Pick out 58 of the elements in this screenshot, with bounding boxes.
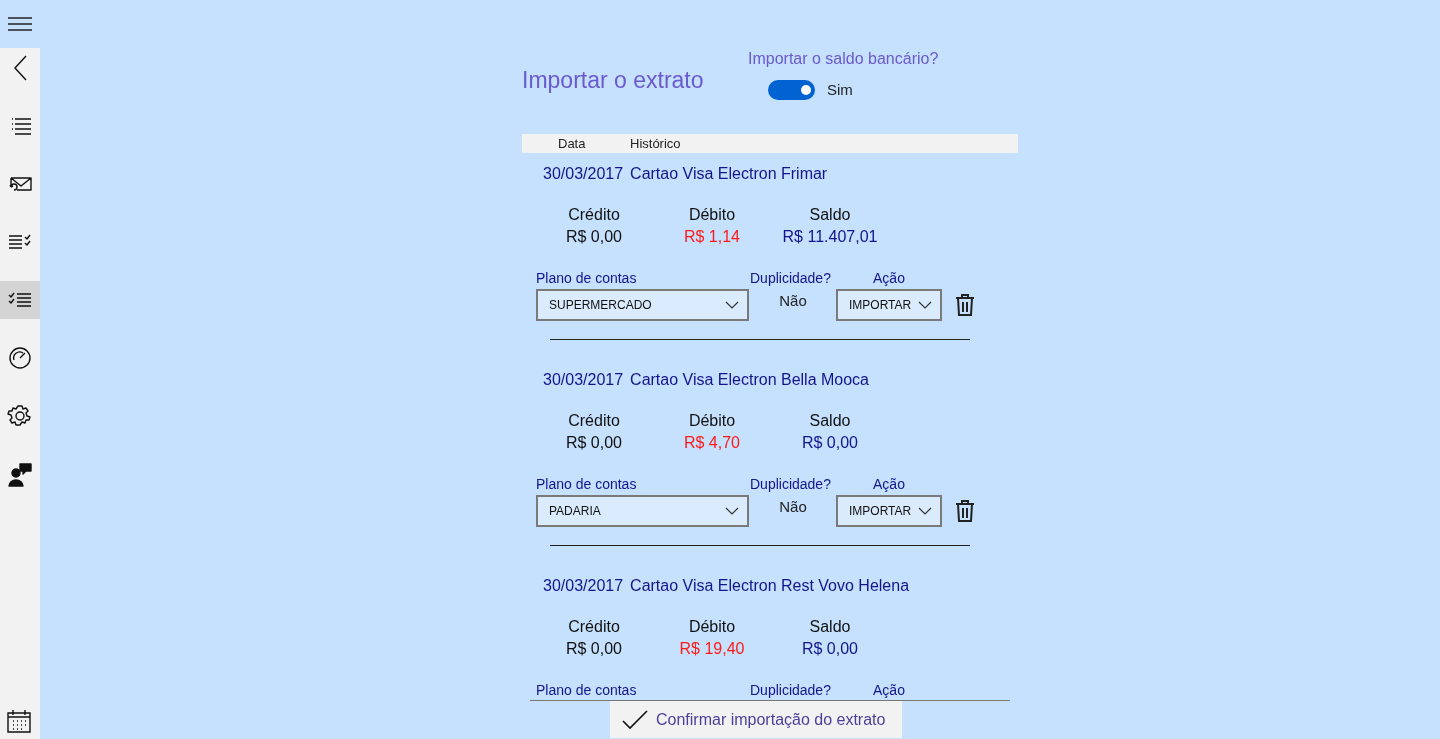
credit-label: Crédito bbox=[568, 411, 620, 431]
credit-amount: R$ 0,00 bbox=[565, 639, 622, 659]
date-text: 30/03/2017 bbox=[543, 576, 624, 596]
chevron-down-icon bbox=[918, 507, 932, 515]
confirm-button[interactable]: Confirmar importação do extrato bbox=[610, 701, 902, 738]
dropdown[interactable]: IMPORTAR bbox=[836, 289, 942, 321]
field-label: Ação bbox=[872, 269, 906, 288]
toggle-switch[interactable] bbox=[768, 80, 815, 101]
chevron-down-icon bbox=[725, 507, 739, 515]
chevron-down-icon bbox=[725, 301, 739, 309]
balance-label: Saldo bbox=[809, 205, 851, 225]
field-label: Plano de contas bbox=[536, 681, 638, 700]
person-chat-icon bbox=[6, 460, 34, 488]
page-title: Importar o extrato bbox=[522, 66, 705, 94]
gauge-icon bbox=[6, 344, 34, 372]
dropdown[interactable]: PADARIA bbox=[536, 495, 749, 527]
dropdown[interactable]: IMPORTAR bbox=[836, 495, 942, 527]
field-label: Duplicidade? bbox=[750, 475, 832, 494]
description-text: Cartao Visa Electron Bella Mooca bbox=[630, 370, 869, 390]
field-label: Ação bbox=[872, 475, 906, 494]
description-text: Cartao Visa Electron Rest Vovo Helena bbox=[630, 576, 910, 596]
description-text: Cartao Visa Electron Frimar bbox=[630, 164, 828, 184]
balance-amount: R$ 0,00 bbox=[801, 639, 858, 659]
menu-icon[interactable] bbox=[7, 17, 33, 31]
credit-label: Crédito bbox=[568, 617, 620, 637]
field-label: Ação bbox=[872, 681, 906, 700]
debit-label: Débito bbox=[688, 205, 736, 225]
delete-icon[interactable] bbox=[955, 293, 975, 317]
balance-amount: R$ 11.407,01 bbox=[782, 227, 878, 247]
field-label: Plano de contas bbox=[536, 475, 638, 494]
chevron-down-icon bbox=[918, 301, 932, 309]
calendar-icon[interactable] bbox=[6, 709, 32, 733]
toggle-state: Sim bbox=[827, 80, 853, 100]
checkmark-icon bbox=[622, 709, 648, 730]
balance-label: Saldo bbox=[809, 411, 851, 431]
balance-label: Saldo bbox=[809, 617, 851, 637]
debit-label: Débito bbox=[688, 617, 736, 637]
debit-amount: R$ 4,70 bbox=[683, 433, 740, 453]
sidebar-item[interactable] bbox=[0, 281, 40, 319]
balance-question: Importar o saldo bancário? bbox=[748, 49, 939, 69]
debit-amount: R$ 1,14 bbox=[683, 227, 740, 247]
field-label: Duplicidade? bbox=[750, 681, 832, 700]
credit-label: Crédito bbox=[568, 205, 620, 225]
credit-amount: R$ 0,00 bbox=[565, 433, 622, 453]
column-header: Data bbox=[558, 134, 587, 153]
delete-icon[interactable] bbox=[955, 499, 975, 523]
credit-amount: R$ 0,00 bbox=[565, 227, 622, 247]
debit-label: Débito bbox=[688, 411, 736, 431]
date-text: 30/03/2017 bbox=[543, 370, 624, 390]
duplicate-value: Não bbox=[779, 497, 807, 517]
debit-amount: R$ 19,40 bbox=[679, 639, 745, 659]
balance-amount: R$ 0,00 bbox=[801, 433, 858, 453]
date-text: 30/03/2017 bbox=[543, 164, 624, 184]
field-label: Duplicidade? bbox=[750, 269, 832, 288]
column-header: Histórico bbox=[630, 134, 681, 153]
dropdown[interactable]: SUPERMERCADO bbox=[536, 289, 749, 321]
field-label: Plano de contas bbox=[536, 269, 638, 288]
duplicate-value: Não bbox=[779, 291, 807, 311]
